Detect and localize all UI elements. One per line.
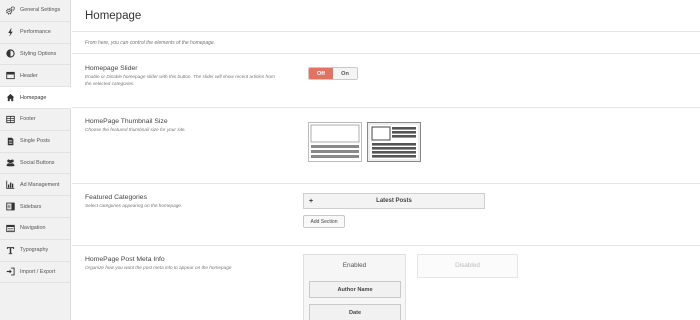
sidebar-item-label: Import / Export xyxy=(20,268,56,275)
gears-icon xyxy=(6,6,15,15)
thumbnail-description: Choose the featured thumbnail size for y… xyxy=(85,127,186,132)
sidebar: General Settings Performance Styling Opt… xyxy=(0,0,71,320)
home-icon xyxy=(6,93,15,102)
sidebar-item-label: Social Buttons xyxy=(20,159,55,166)
sidebar-item-label: Header xyxy=(20,72,38,79)
page-header: Homepage xyxy=(72,0,700,32)
sidebar-item-footer[interactable]: Footer xyxy=(0,109,70,131)
large-thumbnail-option[interactable] xyxy=(308,122,362,162)
thumbnail-title: HomePage Thumbnail Size xyxy=(85,118,168,125)
users-icon xyxy=(6,158,15,167)
sidebar-item-sidebars[interactable]: Sidebars xyxy=(0,196,70,218)
sidebar-item-label: Typography xyxy=(20,247,49,254)
add-section-button[interactable]: Add Section xyxy=(303,215,345,228)
disabled-list-heading: Disabled xyxy=(455,262,480,269)
page-intro-text: From here, you can control the elements … xyxy=(85,39,216,46)
meta-title: HomePage Post Meta Info xyxy=(85,256,165,263)
thumbnail-setting-row: HomePage Thumbnail Size Choose the featu… xyxy=(72,108,700,184)
small-thumbnail-preview-icon xyxy=(370,125,418,159)
expand-section-icon[interactable]: + xyxy=(304,198,318,205)
featured-description: Select categories appearing on the homep… xyxy=(85,203,183,208)
sidebar-item-label: Sidebars xyxy=(20,203,42,210)
slider-description: Enable or Disable homepage slider with t… xyxy=(85,74,275,86)
disabled-meta-list: Disabled xyxy=(417,254,518,278)
slider-setting-row: Homepage Slider Enable or Disable homepa… xyxy=(72,55,700,108)
enabled-meta-list: Enabled Author Name Date xyxy=(303,254,406,320)
meta-description: Organize how you want the post meta info… xyxy=(85,265,232,270)
meta-item-date[interactable]: Date xyxy=(309,304,401,320)
sidebar-item-social-buttons[interactable]: Social Buttons xyxy=(0,153,70,175)
featured-title: Featured Categories xyxy=(85,194,147,201)
sidebar-item-label: Performance xyxy=(20,29,51,36)
footer-icon xyxy=(6,115,15,124)
sidebar-item-styling-options[interactable]: Styling Options xyxy=(0,44,70,66)
sidebar-item-label: General Settings xyxy=(20,7,61,14)
small-thumbnail-option[interactable] xyxy=(367,122,421,162)
typography-icon xyxy=(6,246,15,255)
bolt-icon xyxy=(6,28,15,37)
sidebar-item-label: Navigation xyxy=(20,225,46,232)
enabled-list-heading: Enabled xyxy=(342,262,367,269)
sidebar-item-single-posts[interactable]: Single Posts xyxy=(0,131,70,153)
sidebar-item-header[interactable]: Header xyxy=(0,65,70,88)
sidebar-item-navigation[interactable]: Navigation xyxy=(0,218,70,240)
sidebar-item-label: Single Posts xyxy=(20,138,50,145)
featured-categories-row: Featured Categories Select categories ap… xyxy=(72,184,700,246)
sidebar-item-import-export[interactable]: Import / Export xyxy=(0,262,70,284)
large-thumbnail-preview-icon xyxy=(310,124,360,158)
document-icon xyxy=(6,137,15,146)
sidebar-item-performance[interactable]: Performance xyxy=(0,22,70,44)
sidebar-item-label: Styling Options xyxy=(20,50,57,57)
slider-toggle[interactable]: Off On xyxy=(308,67,358,80)
meta-item-author-name[interactable]: Author Name xyxy=(309,281,401,298)
page-title: Homepage xyxy=(85,9,142,22)
category-section-name: Latest Posts xyxy=(376,198,412,204)
sidebar-item-label: Homepage xyxy=(20,94,47,101)
sidebar-item-homepage[interactable]: Homepage xyxy=(0,87,71,109)
bar-chart-icon xyxy=(6,180,15,189)
sidebar-item-typography[interactable]: Typography xyxy=(0,240,70,262)
sidebar-item-label: Ad Management xyxy=(20,181,60,188)
page-intro: From here, you can control the elements … xyxy=(72,32,700,54)
post-meta-row: HomePage Post Meta Info Organize how you… xyxy=(72,246,700,320)
sidebar-item-ad-management[interactable]: Ad Management xyxy=(0,174,70,197)
header-icon xyxy=(6,71,15,80)
slider-off-button[interactable]: Off xyxy=(309,68,333,79)
main-content: Homepage From here, you can control the … xyxy=(72,0,700,320)
sidebar-icon xyxy=(6,202,15,211)
sidebar-item-general-settings[interactable]: General Settings xyxy=(0,0,70,22)
contrast-icon xyxy=(6,49,15,59)
slider-on-button[interactable]: On xyxy=(333,68,357,79)
import-export-icon xyxy=(6,267,15,276)
slider-title: Homepage Slider xyxy=(85,65,138,72)
navigation-icon xyxy=(6,224,15,233)
sidebar-item-label: Footer xyxy=(20,116,36,123)
category-section[interactable]: + Latest Posts xyxy=(303,193,485,209)
